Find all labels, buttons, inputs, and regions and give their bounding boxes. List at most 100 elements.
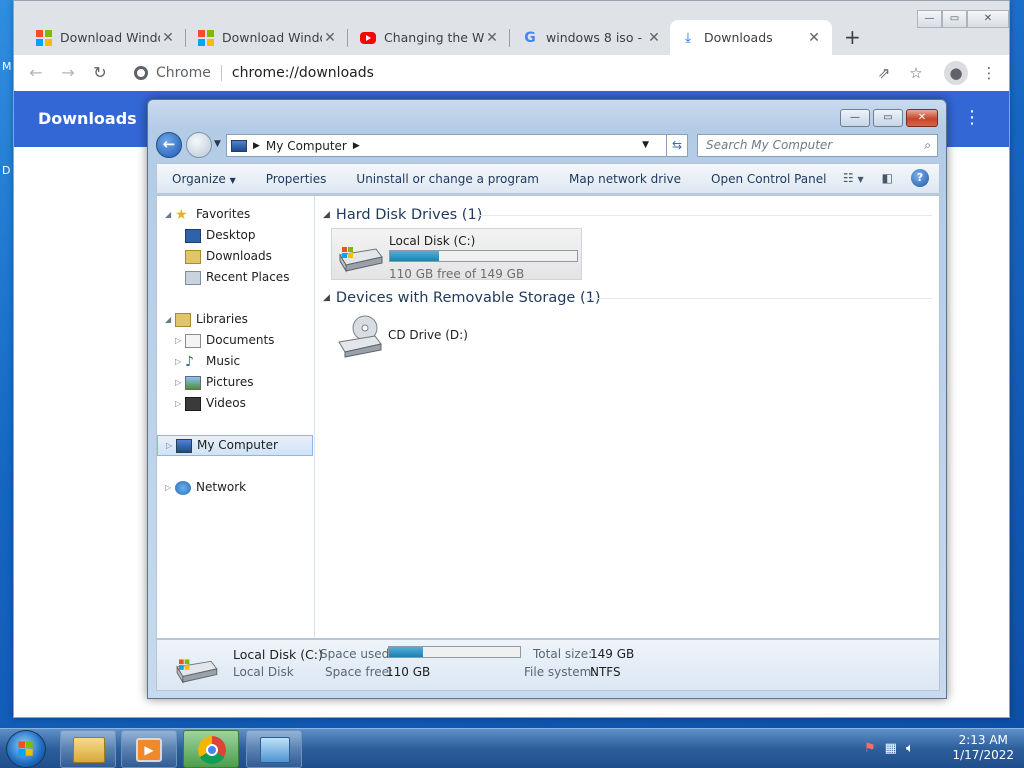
properties-button[interactable]: Properties [251, 172, 342, 186]
close-icon[interactable]: ✕ [484, 30, 500, 46]
explorer-minimize-button[interactable]: — [840, 109, 870, 127]
desktop-label-fragment: M [2, 60, 12, 73]
preview-pane-icon[interactable]: ◧ [882, 171, 893, 185]
minimize-button[interactable]: — [917, 10, 942, 28]
close-window-button[interactable]: ✕ [967, 10, 1009, 28]
nav-my-computer[interactable]: ▷ My Computer [157, 435, 313, 456]
drive-item-c[interactable]: Local Disk (C:) 110 GB free of 149 GB [331, 228, 582, 281]
profile-avatar-icon[interactable]: ● [944, 61, 968, 85]
back-arrow-icon[interactable]: ← [156, 132, 182, 158]
documents-icon [185, 333, 201, 348]
new-tab-button[interactable]: + [844, 25, 861, 49]
nav-item-downloads[interactable]: Downloads [185, 246, 272, 267]
drive-free-text: 110 GB free of 149 GB [389, 267, 525, 281]
nav-item-videos[interactable]: ▷ Videos [175, 393, 246, 414]
tab-4[interactable]: G windows 8 iso - G ✕ [512, 20, 672, 55]
explorer-window: — ▭ ✕ ← ▼ ▶ My Computer ▶ ▼ ⇆ Search My … [147, 99, 947, 699]
close-icon[interactable]: ✕ [322, 30, 338, 46]
search-icon[interactable]: ⌕ [924, 135, 931, 156]
clock[interactable]: 2:13 AM 1/17/2022 [952, 733, 1014, 763]
breadcrumb-location[interactable]: My Computer [266, 139, 347, 153]
bookmark-star-icon[interactable]: ☆ [904, 61, 928, 85]
expand-arrow-icon[interactable]: ▷ [175, 330, 185, 351]
expand-arrow-icon[interactable]: ▷ [175, 351, 185, 372]
share-icon[interactable]: ⇗ [872, 61, 896, 85]
reload-button[interactable]: ↻ [88, 61, 112, 85]
network-tray-icon[interactable]: ▦ [885, 741, 897, 756]
space-used-label: Space used: [320, 647, 394, 661]
expand-arrow-icon[interactable]: ▷ [166, 435, 176, 456]
forward-button[interactable]: → [56, 61, 80, 85]
media-player-icon: ▶ [136, 738, 162, 762]
omnibox[interactable]: Chrome chrome://downloads [124, 59, 924, 87]
total-size-value: 149 GB [590, 647, 635, 661]
organize-button[interactable]: Organize ▼ [157, 172, 251, 186]
nav-item-music[interactable]: ▷ ♪ Music [175, 351, 240, 372]
nav-item-recent-places[interactable]: Recent Places [185, 267, 289, 288]
refresh-icon[interactable]: ⇆ [666, 134, 688, 157]
downloads-menu-icon[interactable]: ⋮ [963, 107, 981, 128]
taskbar-explorer-button[interactable] [60, 730, 116, 768]
explorer-close-button[interactable]: ✕ [906, 109, 938, 127]
breadcrumb-arrow-icon[interactable]: ▶ [353, 141, 360, 151]
collapse-arrow-icon[interactable]: ◢ [323, 293, 330, 303]
uninstall-program-button[interactable]: Uninstall or change a program [341, 172, 554, 186]
expand-arrow-icon[interactable]: ◢ [165, 309, 175, 330]
recent-places-icon [185, 270, 201, 285]
back-button[interactable]: ← [24, 61, 48, 85]
close-icon[interactable]: ✕ [646, 30, 662, 46]
tab-3[interactable]: Changing the Wi ✕ [350, 20, 510, 55]
tab-1[interactable]: Download Windo ✕ [26, 20, 186, 55]
nav-favorites[interactable]: ◢ ★ Favorites [165, 204, 250, 225]
help-icon[interactable]: ? [911, 169, 929, 187]
nav-item-pictures[interactable]: ▷ Pictures [175, 372, 254, 393]
nav-libraries[interactable]: ◢ Libraries [165, 309, 248, 330]
system-tray-icons: ⚑ ▦ 🔈︎ [864, 741, 914, 756]
clock-date: 1/17/2022 [952, 748, 1014, 762]
address-dropdown-icon[interactable]: ▼ [642, 135, 649, 156]
expand-arrow-icon[interactable]: ▷ [175, 393, 185, 414]
expand-arrow-icon[interactable]: ▷ [165, 477, 175, 498]
nav-item-documents[interactable]: ▷ Documents [175, 330, 274, 351]
computer-icon [231, 139, 247, 152]
recent-pages-dropdown-icon[interactable]: ▼ [214, 139, 221, 149]
nav-label: Pictures [206, 375, 254, 389]
group-header-removable[interactable]: ◢ Devices with Removable Storage (1) [323, 287, 601, 309]
tab-2[interactable]: Download Windo ✕ [188, 20, 348, 55]
action-center-flag-icon[interactable]: ⚑ [864, 741, 876, 756]
chrome-logo-icon [134, 66, 148, 80]
collapse-arrow-icon[interactable]: ◢ [323, 210, 330, 220]
search-placeholder: Search My Computer [706, 138, 833, 152]
close-icon[interactable]: ✕ [806, 30, 822, 46]
taskbar-chrome-button[interactable] [183, 730, 239, 768]
expand-arrow-icon[interactable]: ▷ [175, 372, 185, 393]
breadcrumb-arrow-icon[interactable]: ▶ [253, 141, 260, 151]
music-note-icon: ♪ [185, 353, 194, 370]
hard-drive-icon [176, 659, 218, 684]
close-icon[interactable]: ✕ [160, 30, 176, 46]
taskbar-control-panel-button[interactable] [246, 730, 302, 768]
group-header-hdd[interactable]: ◢ Hard Disk Drives (1) [323, 204, 482, 226]
start-button[interactable] [6, 730, 46, 768]
map-network-drive-button[interactable]: Map network drive [554, 172, 696, 186]
taskbar-media-player-button[interactable]: ▶ [121, 730, 177, 768]
drive-item-d[interactable]: CD Drive (D:) [331, 314, 481, 364]
nav-network[interactable]: ▷ Network [165, 477, 246, 498]
tab-title: windows 8 iso - G [546, 30, 646, 45]
explorer-maximize-button[interactable]: ▭ [873, 109, 903, 127]
nav-item-desktop[interactable]: Desktop [185, 225, 256, 246]
change-view-icon[interactable]: ☷ ▼ [843, 171, 864, 185]
chrome-menu-icon[interactable]: ⋮ [977, 61, 1001, 85]
maximize-button[interactable]: ▭ [942, 10, 967, 28]
forward-arrow-icon[interactable] [186, 132, 212, 158]
volume-icon[interactable]: 🔈︎ [906, 741, 914, 756]
tab-downloads[interactable]: ⤓ Downloads ✕ [670, 20, 832, 55]
expand-arrow-icon[interactable]: ◢ [165, 204, 175, 225]
search-input[interactable]: Search My Computer ⌕ [697, 134, 938, 157]
computer-icon [176, 438, 192, 453]
total-size-label: Total size: [533, 647, 593, 661]
open-control-panel-button[interactable]: Open Control Panel [696, 172, 841, 186]
desktop-icon [185, 228, 201, 243]
address-bar[interactable]: ▶ My Computer ▶ ▼ [226, 134, 670, 157]
command-bar: Organize ▼ Properties Uninstall or chang… [156, 163, 940, 194]
